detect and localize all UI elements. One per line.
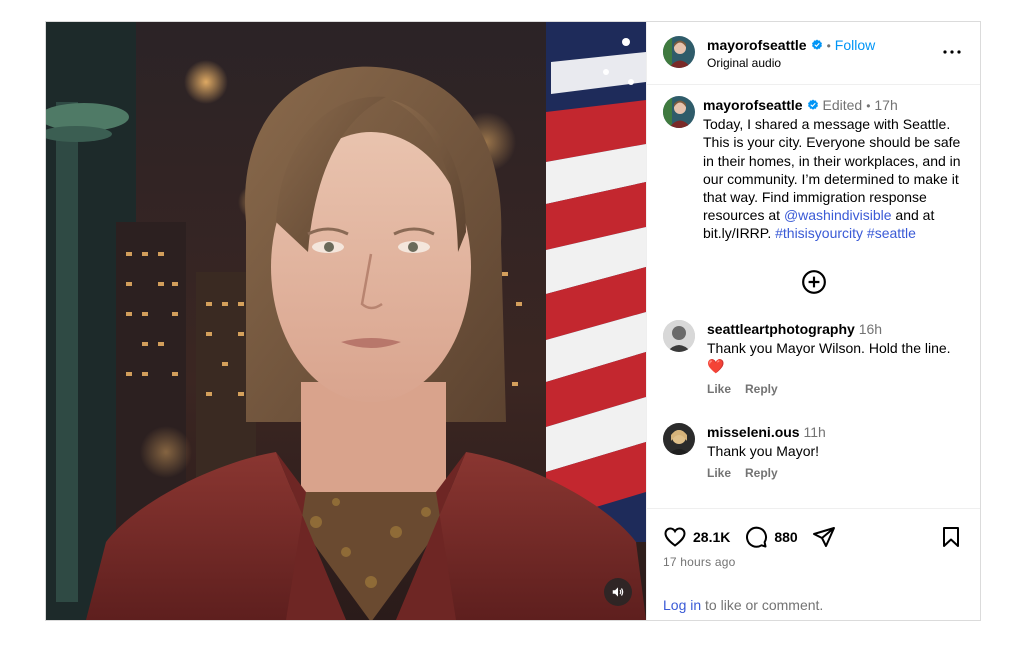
edited-label: Edited <box>822 97 863 113</box>
like-comment-button[interactable]: Like <box>707 382 731 396</box>
post-timestamp[interactable]: 17 hours ago <box>663 555 735 569</box>
bookmark-icon[interactable] <box>939 525 963 549</box>
verified-badge-icon <box>807 99 818 110</box>
comment-item: misseleni.ous 11h Thank you Mayor! Like R… <box>663 423 966 480</box>
commenter-avatar[interactable] <box>663 423 695 455</box>
like-comment-button[interactable]: Like <box>707 466 731 480</box>
speaker-icon <box>612 587 624 597</box>
comment-body: seattleartphotography 16h Thank you Mayo… <box>707 320 966 376</box>
comment-actions: Like Reply <box>707 466 966 480</box>
comment-username[interactable]: misseleni.ous <box>707 424 800 440</box>
comment-count[interactable]: 880 <box>774 529 797 545</box>
like-count[interactable]: 28.1K <box>693 529 730 545</box>
hashtag-link[interactable]: #thisisyourcity <box>775 225 863 241</box>
post-side-panel: mayorofseattle • Follow Original audio m… <box>646 22 980 620</box>
audio-label[interactable]: Original audio <box>707 56 781 70</box>
commenter-avatar[interactable] <box>663 320 695 352</box>
share-icon[interactable] <box>812 525 836 549</box>
comment-username[interactable]: seattleartphotography <box>707 321 855 337</box>
comment-bubble-icon[interactable] <box>744 525 768 549</box>
caption-username[interactable]: mayorofseattle <box>703 97 803 113</box>
author-username[interactable]: mayorofseattle <box>707 37 807 53</box>
caption-time: 17h <box>874 97 898 113</box>
reply-button[interactable]: Reply <box>745 382 778 396</box>
avatar-image <box>663 36 695 68</box>
post-footer: 28.1K 880 17 hours ago Log in to like or… <box>647 508 980 620</box>
post-caption: mayorofseattle Edited • 17h Today, I share… <box>663 96 966 243</box>
heart-icon[interactable] <box>663 525 687 549</box>
avatar-image <box>663 320 695 352</box>
header-separator: • <box>826 39 831 53</box>
video-frame <box>46 22 646 620</box>
comment-body: misseleni.ous 11h Thank you Mayor! <box>707 423 966 460</box>
caption-body: mayorofseattle Edited • 17h Today, I share… <box>703 96 966 243</box>
comment-actions: Like Reply <box>707 382 966 396</box>
reply-button[interactable]: Reply <box>745 466 778 480</box>
login-link[interactable]: Log in <box>663 597 701 613</box>
comment-item: seattleartphotography 16h Thank you Mayo… <box>663 320 966 396</box>
login-prompt: Log in to like or comment. <box>663 597 823 613</box>
comment-text: Thank you Mayor Wilson. Hold the line. <box>707 339 951 356</box>
avatar-image <box>663 96 695 128</box>
comment-time: 16h <box>858 321 883 337</box>
hashtag-link[interactable]: #seattle <box>867 225 916 241</box>
caption-separator: • <box>866 99 871 113</box>
avatar-image <box>663 423 695 455</box>
post-header: mayorofseattle • Follow Original audio <box>647 22 980 85</box>
post-card: mayorofseattle • Follow Original audio m… <box>45 21 981 621</box>
header-title-row: mayorofseattle • Follow <box>707 37 875 53</box>
action-bar: 28.1K 880 <box>663 525 836 549</box>
comment-text: Thank you Mayor! <box>707 442 820 459</box>
mute-toggle-button[interactable] <box>604 578 632 606</box>
verified-badge-icon <box>811 39 822 50</box>
mention-link[interactable]: @washindivisible <box>784 207 892 223</box>
comment-emoji: ❤️ <box>707 358 725 374</box>
caption-author-avatar[interactable] <box>663 96 695 128</box>
follow-button[interactable]: Follow <box>835 37 875 53</box>
add-circle-icon[interactable] <box>801 269 827 295</box>
video-player[interactable] <box>46 22 646 620</box>
comment-time: 11h <box>803 424 826 440</box>
author-avatar[interactable] <box>663 36 695 68</box>
login-prompt-text: to like or comment. <box>701 597 824 613</box>
caption-head-row: mayorofseattle Edited • 17h <box>703 96 966 115</box>
more-options-icon[interactable] <box>942 44 962 60</box>
